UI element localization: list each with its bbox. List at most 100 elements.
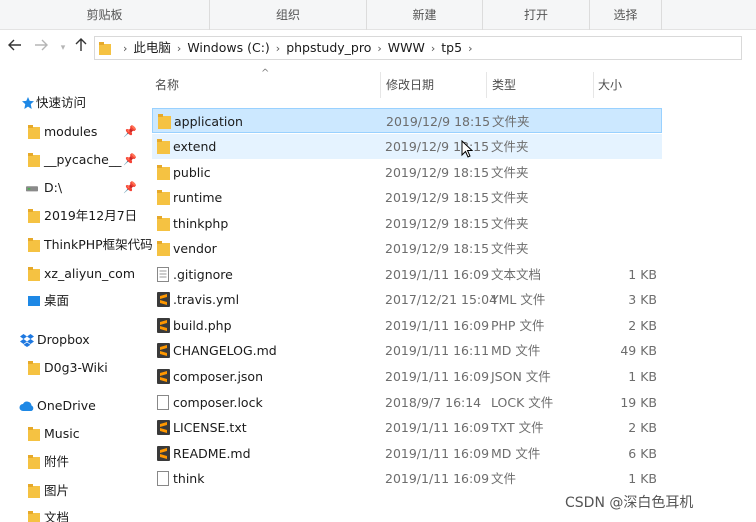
file-type: MD 文件 (491, 343, 541, 358)
column-divider[interactable] (486, 72, 487, 98)
file-date-modified: 2019/1/11 16:09 (385, 446, 490, 461)
breadcrumb-chevron-icon[interactable]: › (123, 38, 127, 60)
file-name: README.md (173, 446, 251, 461)
file-type: 文件夹 (492, 114, 530, 129)
folder-icon (28, 209, 40, 223)
folder-icon (157, 216, 170, 231)
file-type: LOCK 文件 (491, 395, 554, 410)
file-row[interactable]: thinkphp 2019/12/9 18:15 文件夹 (152, 211, 662, 236)
file-row[interactable]: vendor 2019/12/9 18:15 文件夹 (152, 236, 662, 261)
file-date-modified: 2019/12/9 18:15 (385, 165, 490, 180)
file-row[interactable]: composer.json 2019/1/11 16:09 JSON 文件 1 KB (152, 364, 662, 389)
pin-icon[interactable]: 📌 (123, 148, 137, 172)
file-date-modified: 2019/12/9 18:15 (385, 216, 490, 231)
up-arrow-icon[interactable] (72, 38, 90, 58)
breadcrumb: › 此电脑 › Windows (C:) › phpstudy_pro › WWW › tp5 › (117, 37, 478, 59)
column-header-name[interactable]: 名称 (155, 70, 179, 100)
sidebar-item-label: 图片 (44, 483, 70, 498)
sidebar-item-label: 2019年12月7日 (44, 208, 138, 223)
column-divider[interactable] (380, 72, 381, 98)
file-size: 1 KB (628, 471, 657, 486)
folder-icon (28, 427, 40, 441)
file-row[interactable]: build.php 2019/1/11 16:09 PHP 文件 2 KB (152, 313, 662, 338)
cloud-icon (19, 401, 34, 411)
back-arrow-icon[interactable] (6, 38, 24, 58)
pin-icon[interactable]: 📌 (123, 176, 137, 200)
file-type: 文件夹 (491, 190, 529, 205)
file-row[interactable]: runtime 2019/12/9 18:15 文件夹 (152, 185, 662, 210)
file-row[interactable]: CHANGELOG.md 2019/1/11 16:11 MD 文件 49 KB (152, 338, 662, 363)
file-date-modified: 2019/1/11 16:09 (385, 369, 490, 384)
file-size: 1 KB (628, 369, 657, 384)
folder-icon (157, 190, 170, 205)
sidebar-item-label: Dropbox (37, 332, 90, 347)
file-size (596, 109, 658, 134)
folder-icon (158, 114, 171, 129)
file-row[interactable]: LICENSE.txt 2019/1/11 16:09 TXT 文件 2 KB (152, 415, 662, 440)
navigation-pane: 快速访问 modules 📌 __pycache__ 📌 D:\ 📌 2019年… (0, 88, 153, 522)
file-size (595, 134, 657, 159)
breadcrumb-tp5[interactable]: tp5 (441, 37, 462, 59)
breadcrumb-phpstudy[interactable]: phpstudy_pro (286, 37, 371, 59)
breadcrumb-chevron-icon[interactable]: › (431, 38, 435, 60)
file-row[interactable]: composer.lock 2018/9/7 16:14 LOCK 文件 19 KB (152, 390, 662, 415)
file-date-modified: 2019/12/9 18:15 (385, 241, 490, 256)
file-type: YML 文件 (491, 292, 546, 307)
file-row[interactable]: public 2019/12/9 18:15 文件夹 (152, 160, 662, 185)
column-divider[interactable] (593, 72, 594, 98)
blank-file-icon (157, 395, 169, 410)
file-size: 1 KB (628, 267, 657, 282)
file-type: 文件夹 (491, 165, 529, 180)
ribbon-group-select[interactable]: 选择 (590, 0, 662, 30)
breadcrumb-this-pc[interactable]: 此电脑 (133, 37, 171, 59)
file-row[interactable]: .travis.yml 2017/12/21 15:04 YML 文件 3 KB (152, 287, 662, 312)
text-file-icon (157, 267, 169, 282)
breadcrumb-chevron-icon[interactable]: › (468, 38, 472, 60)
ribbon-group-organize[interactable]: 组织 (210, 0, 367, 30)
column-header-date[interactable]: 修改日期 (386, 70, 434, 100)
breadcrumb-chevron-icon[interactable]: › (177, 38, 181, 60)
recent-locations-chevron-icon[interactable]: ▾ (54, 38, 72, 58)
file-type: TXT 文件 (491, 420, 544, 435)
dropbox-icon (20, 334, 34, 347)
folder-icon (157, 165, 170, 180)
ribbon-group-open[interactable]: 打开 (483, 0, 590, 30)
file-type: JSON 文件 (491, 369, 551, 384)
file-size (595, 185, 657, 210)
file-name: application (174, 114, 243, 129)
file-size: 6 KB (628, 446, 657, 461)
column-header-size[interactable]: 大小 (598, 70, 622, 100)
file-date-modified: 2018/9/7 16:14 (385, 395, 482, 410)
breadcrumb-chevron-icon[interactable]: › (276, 38, 280, 60)
file-size (595, 211, 657, 236)
folder-icon (28, 267, 40, 281)
file-name: LICENSE.txt (173, 420, 247, 435)
forward-arrow-icon[interactable] (32, 38, 50, 58)
ribbon-group-new[interactable]: 新建 (367, 0, 483, 30)
watermark-text: CSDN @深白色耳机 (565, 495, 694, 511)
file-date-modified: 2019/1/11 16:09 (385, 471, 490, 486)
column-header-type[interactable]: 类型 (492, 70, 516, 100)
file-type: 文件夹 (491, 241, 529, 256)
address-box[interactable]: › 此电脑 › Windows (C:) › phpstudy_pro › WWW › tp5 › (94, 36, 742, 60)
file-row[interactable]: .gitignore 2019/1/11 16:09 文本文档 1 KB (152, 262, 662, 287)
file-row[interactable]: think 2019/1/11 16:09 文件 1 KB (152, 466, 662, 491)
file-row[interactable]: application 2019/12/9 18:15 文件夹 (152, 108, 662, 133)
breadcrumb-drive-c[interactable]: Windows (C:) (187, 37, 269, 59)
sort-ascending-icon: ^ (261, 68, 270, 79)
breadcrumb-chevron-icon[interactable]: › (377, 38, 381, 60)
file-type: 文件 (491, 471, 517, 486)
file-name: .travis.yml (173, 292, 240, 307)
file-name: extend (173, 139, 217, 154)
sidebar-item-label: D0g3-Wiki (44, 360, 108, 375)
breadcrumb-www[interactable]: WWW (388, 37, 425, 59)
file-row[interactable]: README.md 2019/1/11 16:09 MD 文件 6 KB (152, 441, 662, 466)
pin-icon[interactable]: 📌 (123, 120, 137, 144)
folder-icon (28, 455, 40, 469)
ribbon-group-clipboard[interactable]: 剪贴板 (0, 0, 210, 30)
sublime-file-icon (157, 369, 170, 384)
file-row[interactable]: extend 2019/12/9 18:15 文件夹 (152, 134, 662, 159)
folder-icon (28, 238, 40, 252)
file-type: PHP 文件 (491, 318, 545, 333)
address-bar-row: ▾ › 此电脑 › Windows (C:) › phpstudy_pro › WWW › tp5… (0, 30, 756, 66)
